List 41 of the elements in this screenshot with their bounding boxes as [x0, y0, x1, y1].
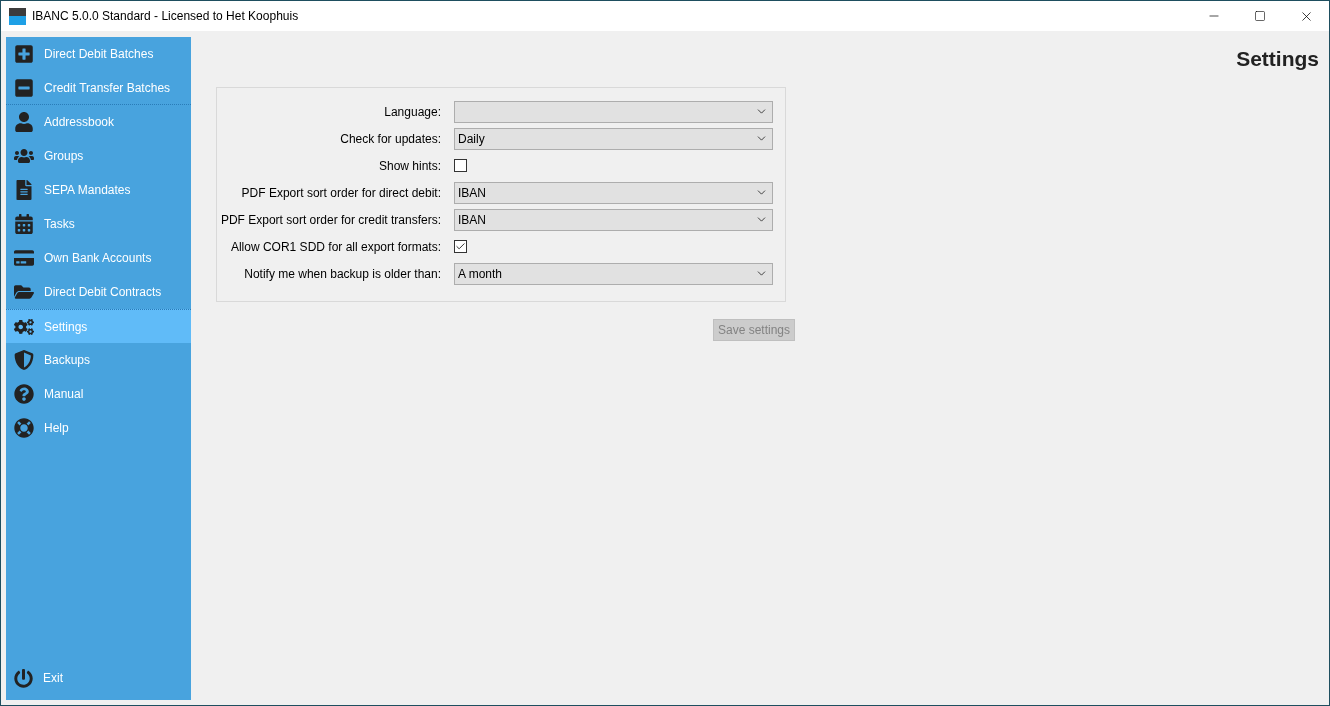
sidebar-item[interactable]: SEPA Mandates: [6, 173, 191, 207]
person-icon: [14, 112, 34, 132]
dropdown[interactable]: IBAN: [454, 181, 773, 204]
app-logo-icon: [9, 7, 26, 25]
sidebar-item[interactable]: Own Bank Accounts: [6, 241, 191, 275]
field-label: PDF Export sort order for credit transfers:: [219, 211, 441, 229]
sidebar-item[interactable]: Groups: [6, 139, 191, 173]
checkbox[interactable]: [454, 159, 467, 172]
field-label: Allow COR1 SDD for all export formats:: [229, 238, 441, 256]
dropdown[interactable]: A month: [454, 262, 773, 285]
sidebar-item[interactable]: Backups: [6, 343, 191, 377]
sidebar-item[interactable]: Direct Debit Contracts: [6, 275, 191, 309]
sidebar-item[interactable]: Manual: [6, 377, 191, 411]
dropdown[interactable]: Daily: [454, 127, 773, 150]
checkbox[interactable]: [454, 240, 467, 253]
window-title: IBANC 5.0.0 Standard - Licensed to Het Koophuis: [32, 8, 299, 25]
dropdown[interactable]: IBAN: [454, 208, 773, 231]
power-icon: [14, 668, 33, 688]
sidebar-item[interactable]: Help: [6, 411, 191, 445]
sidebar-item[interactable]: Settings: [6, 309, 191, 343]
field-label: PDF Export sort order for direct debit:: [240, 184, 441, 202]
calendar-icon: [14, 214, 34, 234]
gears-icon: [14, 316, 34, 337]
document-icon: [14, 180, 34, 200]
lifebuoy-icon: [14, 418, 34, 438]
exit-item[interactable]: Exit: [6, 661, 191, 695]
question-icon: [14, 384, 34, 404]
shield-icon: [14, 350, 34, 370]
field-label: Language:: [383, 103, 441, 121]
people-icon: [14, 146, 34, 166]
sidebar-item[interactable]: Credit Transfer Batches: [6, 71, 191, 105]
field-label: Check for updates:: [339, 130, 441, 148]
folder-icon: [14, 282, 34, 302]
field-label: Notify me when backup is older than:: [243, 265, 441, 283]
sidebar-item[interactable]: Tasks: [6, 207, 191, 241]
field-label: Show hints:: [377, 157, 441, 175]
card-icon: [14, 248, 34, 268]
page-title: Settings: [1236, 46, 1319, 72]
sidebar-item[interactable]: Addressbook: [6, 105, 191, 139]
maximize-icon: [1254, 10, 1266, 22]
sidebar-item[interactable]: Direct Debit Batches: [6, 37, 191, 71]
